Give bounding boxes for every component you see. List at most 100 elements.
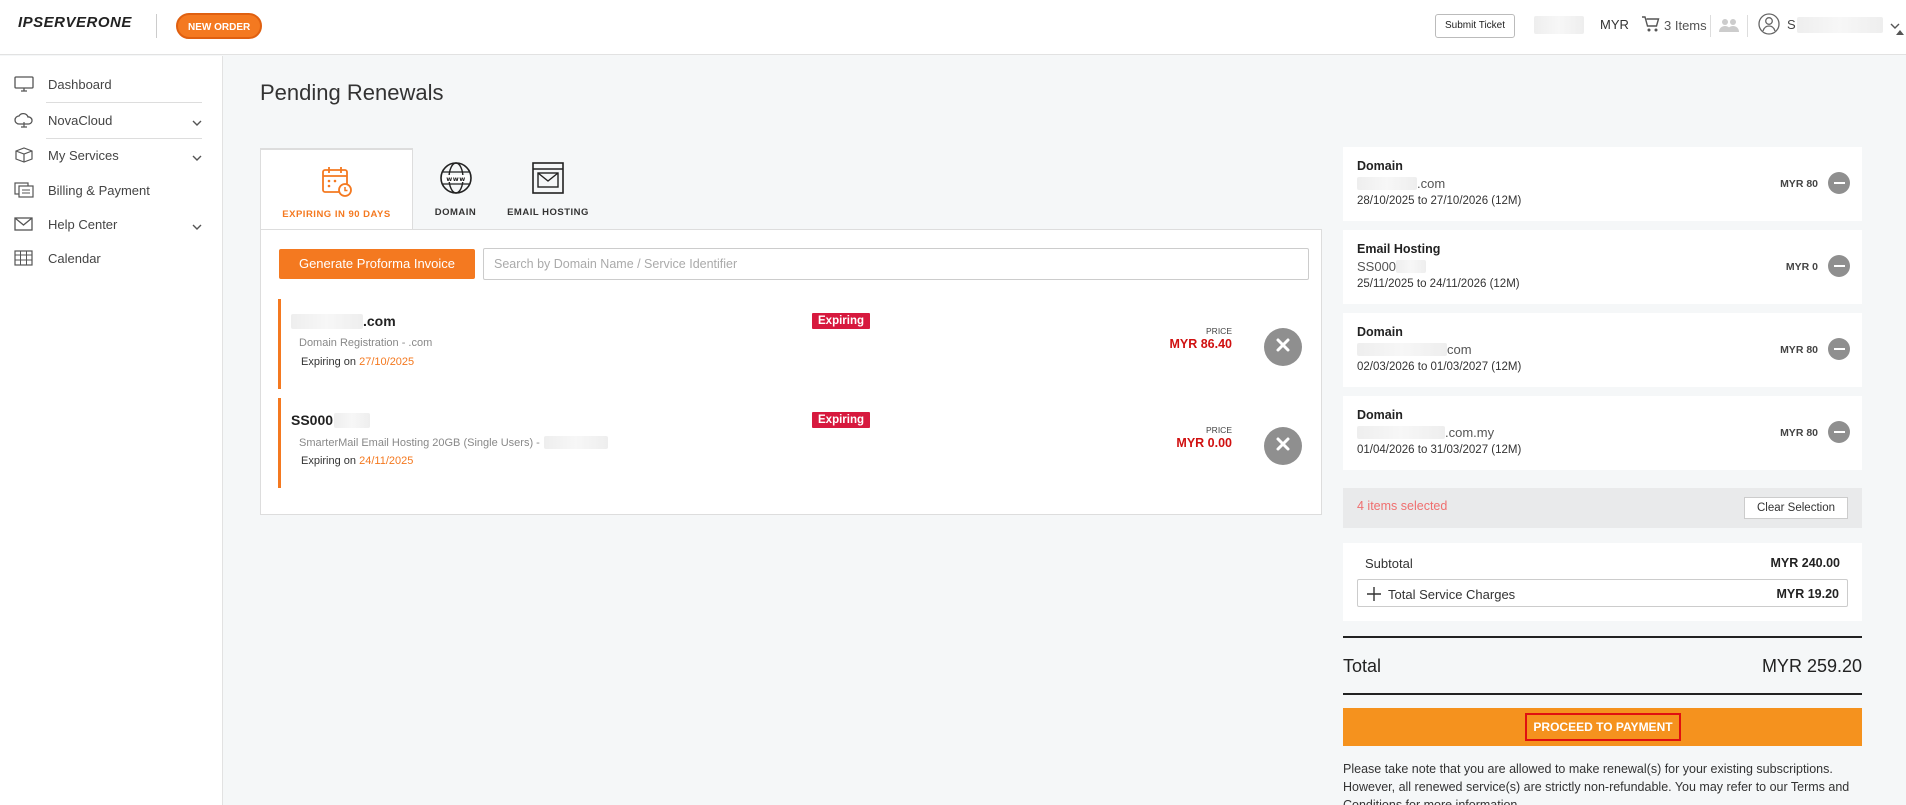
- chevron-down-icon: [192, 150, 202, 165]
- minus-icon: [1833, 182, 1845, 184]
- sidebar-item-label: Billing & Payment: [48, 182, 150, 198]
- mail-icon: [14, 215, 36, 233]
- sidebar-item-my-services[interactable]: My Services: [14, 138, 202, 172]
- close-icon: [1275, 436, 1291, 457]
- tab-label: EMAIL HOSTING: [507, 207, 589, 218]
- service-charges-value: MYR 19.20: [1776, 587, 1839, 601]
- tab-label: EXPIRING IN 90 DAYS: [282, 209, 391, 220]
- selection-bar: 4 items selected Clear Selection: [1343, 488, 1862, 528]
- sidebar-item-dashboard[interactable]: Dashboard: [14, 67, 202, 101]
- list-item[interactable]: .com Domain Registration - .com Expiring…: [278, 299, 1308, 389]
- cart-item: Domain com 02/03/2026 to 01/03/2027 (12M…: [1343, 313, 1862, 387]
- new-order-button[interactable]: NEW ORDER: [176, 13, 263, 39]
- sidebar-item-calendar[interactable]: Calendar: [14, 241, 202, 275]
- service-description: Domain Registration - .com: [299, 337, 433, 349]
- redacted-user-name: [1797, 17, 1883, 33]
- redacted-balance: [1534, 16, 1584, 34]
- clear-selection-button[interactable]: Clear Selection: [1744, 497, 1848, 519]
- redacted-text: [1396, 260, 1427, 273]
- cart-icon: [1641, 15, 1661, 36]
- cart-item: Domain .com.my 01/04/2026 to 31/03/2027 …: [1343, 396, 1862, 470]
- cart-item: Domain .com 28/10/2025 to 27/10/2026 (12…: [1343, 147, 1862, 221]
- scroll-up-icon[interactable]: [1896, 22, 1904, 40]
- cart-item-type: Email Hosting: [1357, 242, 1441, 256]
- top-header: IPSERVERONE NEW ORDER Submit Ticket MYR …: [0, 0, 1906, 55]
- sidebar-item-label: Help Center: [48, 216, 118, 232]
- service-charges-label: Total Service Charges: [1388, 587, 1516, 602]
- submit-ticket-button[interactable]: Submit Ticket: [1435, 14, 1516, 38]
- service-charges-toggle[interactable]: Total Service Charges MYR 19.20: [1357, 579, 1848, 607]
- total-value: MYR 259.20: [1761, 656, 1862, 676]
- globe-icon: www: [438, 160, 474, 199]
- sidebar-item-help-center[interactable]: Help Center: [14, 207, 202, 241]
- cart-item-type: Domain: [1357, 325, 1403, 339]
- minus-icon: [1833, 265, 1845, 267]
- chevron-down-icon: [192, 219, 202, 234]
- search-input[interactable]: [483, 248, 1309, 280]
- minus-icon: [1833, 431, 1845, 433]
- service-name: SS000: [291, 412, 371, 428]
- currency-selector[interactable]: MYR: [1600, 17, 1629, 32]
- generate-proforma-invoice-button[interactable]: Generate Proforma Invoice: [279, 249, 475, 279]
- sidebar-item-billing[interactable]: Billing & Payment: [14, 173, 202, 207]
- svg-text:www: www: [446, 175, 466, 183]
- cart-button[interactable]: 3 Items: [1641, 15, 1707, 36]
- list-item[interactable]: SS000 SmarterMail Email Hosting 20GB (Si…: [278, 398, 1308, 488]
- tab-email-hosting[interactable]: EMAIL HOSTING: [498, 148, 598, 230]
- sidebar-item-label: NovaCloud: [48, 112, 113, 128]
- cart-item-name: .com.my: [1357, 425, 1494, 440]
- total-label: Total: [1343, 656, 1382, 676]
- cart-item-name: .com: [1357, 176, 1445, 191]
- proceed-to-payment-button[interactable]: PROCEED TO PAYMENT: [1525, 713, 1681, 741]
- sidebar-item-novacloud[interactable]: NovaCloud: [14, 103, 202, 137]
- close-icon: [1275, 337, 1291, 358]
- remove-item-button[interactable]: [1828, 255, 1850, 277]
- plus-icon: [1366, 586, 1382, 607]
- cart-item-price: MYR 0: [1785, 261, 1818, 273]
- email-server-icon: [530, 160, 566, 199]
- cart-item-name: com: [1357, 342, 1472, 357]
- payment-bar: PROCEED TO PAYMENT: [1343, 708, 1862, 746]
- cart-item-dates: 01/04/2026 to 31/03/2027 (12M): [1357, 444, 1522, 456]
- redacted-text: [1357, 426, 1445, 439]
- sidebar-item-label: Calendar: [48, 250, 101, 266]
- remove-item-button[interactable]: [1828, 172, 1850, 194]
- redacted-text: [1357, 343, 1447, 356]
- sidebar-item-label: My Services: [48, 147, 119, 163]
- cart-item-dates: 25/11/2025 to 24/11/2026 (12M): [1357, 278, 1520, 290]
- tab-domain[interactable]: www DOMAIN: [413, 148, 498, 230]
- user-name[interactable]: S: [1787, 17, 1796, 32]
- logo[interactable]: IPSERVERONE: [18, 14, 132, 31]
- cart-item-price: MYR 80: [1780, 178, 1818, 190]
- service-expiry: Expiring on 24/11/2025: [301, 455, 414, 467]
- cart-item-type: Domain: [1357, 408, 1403, 422]
- remove-item-button[interactable]: [1828, 421, 1850, 443]
- page-title: Pending Renewals: [260, 80, 444, 105]
- divider: [1343, 693, 1862, 695]
- divider: [1343, 636, 1862, 638]
- price-label: PRICE: [1206, 425, 1232, 435]
- header-divider: [1710, 15, 1711, 37]
- monitor-icon: [14, 75, 36, 93]
- remove-item-button[interactable]: [1828, 338, 1850, 360]
- cart-item-name: SS000: [1357, 259, 1427, 274]
- status-badge: Expiring: [812, 313, 871, 329]
- user-avatar-icon[interactable]: [1758, 13, 1780, 40]
- cart-item-dates: 02/03/2026 to 01/03/2027 (12M): [1357, 361, 1522, 373]
- remove-button[interactable]: [1264, 328, 1302, 366]
- cloud-icon: [14, 111, 36, 129]
- tab-label: DOMAIN: [434, 207, 477, 218]
- redacted-text: [334, 412, 371, 428]
- calendar-clock-icon: [320, 164, 354, 201]
- redacted-text: [543, 436, 608, 449]
- price-label: PRICE: [1206, 326, 1232, 336]
- billing-icon: [14, 181, 36, 199]
- remove-button[interactable]: [1264, 427, 1302, 465]
- price-value: MYR 86.40: [1169, 337, 1232, 351]
- tab-expiring-90-days[interactable]: EXPIRING IN 90 DAYS: [260, 148, 413, 232]
- redacted-text: [1357, 177, 1417, 190]
- subtotal-box: Subtotal MYR 240.00 Total Service Charge…: [1343, 543, 1862, 621]
- box-icon: [14, 146, 36, 164]
- users-icon[interactable]: [1719, 17, 1739, 38]
- minus-icon: [1833, 348, 1845, 350]
